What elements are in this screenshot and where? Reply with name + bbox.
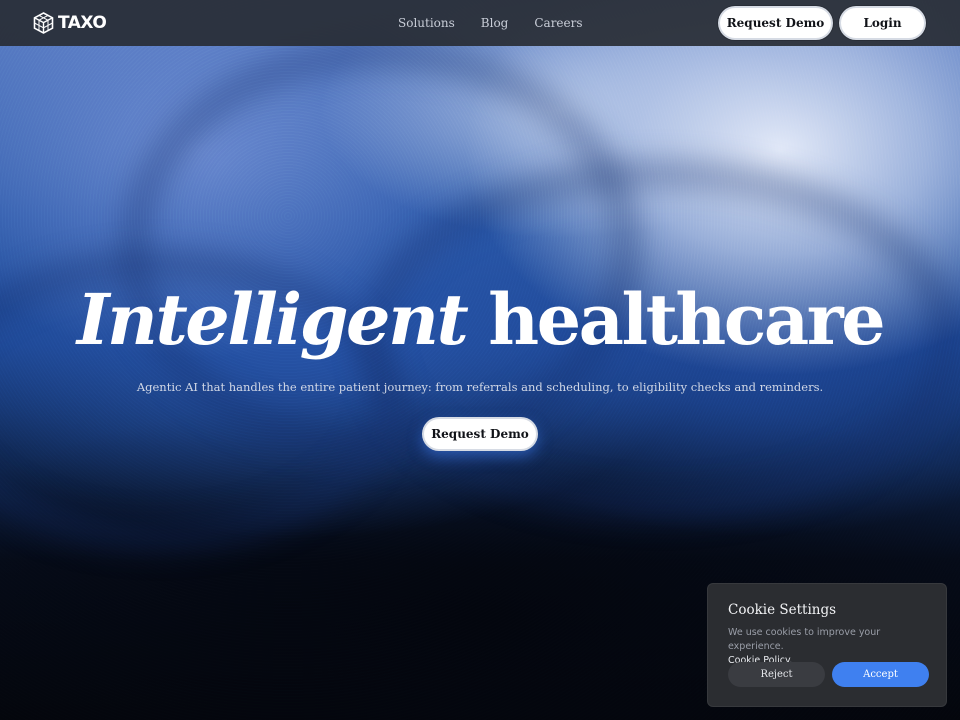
hero-title: Intelligent healthcare <box>0 276 960 364</box>
nav-link-solutions[interactable]: Solutions <box>398 16 455 30</box>
nav-link-careers[interactable]: Careers <box>534 16 582 30</box>
main-nav: Solutions Blog Careers <box>398 16 609 30</box>
request-demo-button[interactable]: Request Demo <box>718 6 833 40</box>
cookie-title: Cookie Settings <box>728 602 837 618</box>
nav-link-blog[interactable]: Blog <box>481 16 509 30</box>
brand-logo[interactable]: TAXO <box>33 12 107 34</box>
hero-subtitle: Agentic AI that handles the entire patie… <box>136 380 824 394</box>
cookie-actions: Reject Accept <box>728 662 929 687</box>
hero-title-rest: healthcare <box>488 278 886 361</box>
hero-request-demo-button[interactable]: Request Demo <box>422 417 538 451</box>
cookie-reject-button[interactable]: Reject <box>728 662 825 687</box>
hero-title-italic: Intelligent <box>76 278 469 361</box>
cookie-settings-card: Cookie Settings We use cookies to improv… <box>707 583 947 707</box>
cookie-accept-button[interactable]: Accept <box>832 662 929 687</box>
login-button[interactable]: Login <box>839 6 926 40</box>
top-navbar: TAXO Solutions Blog Careers Request Demo… <box>0 0 960 46</box>
cookie-description-text: We use cookies to improve your experienc… <box>728 627 881 652</box>
brand-name: TAXO <box>58 13 107 33</box>
cube-logo-icon <box>33 12 54 34</box>
